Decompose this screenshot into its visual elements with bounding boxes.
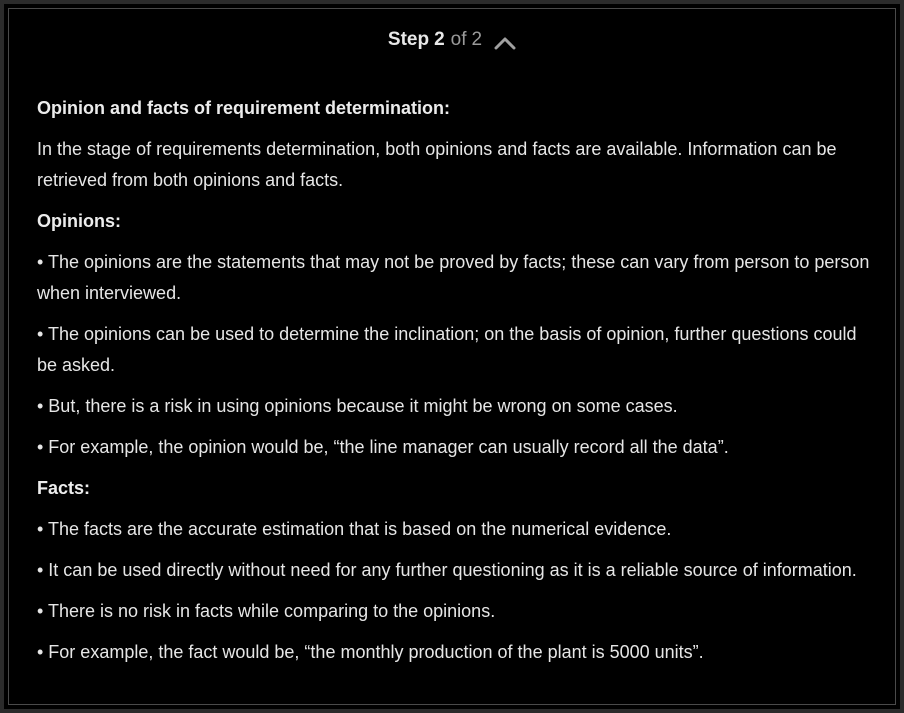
opinion-item: • The opinions are the statements that m… <box>37 252 870 303</box>
opinion-item: • The opinions can be used to determine … <box>37 324 857 375</box>
step-of-label: of <box>450 29 467 50</box>
step-total: 2 <box>471 29 483 50</box>
step-current: 2 <box>434 29 445 50</box>
fact-item: • For example, the fact would be, “the m… <box>37 642 704 662</box>
solution-panel: Step 2 of 2 Opinion and facts of require… <box>13 13 891 702</box>
opinions-heading: Opinions: <box>37 211 121 231</box>
step-navigator[interactable]: Step 2 of 2 <box>13 28 891 52</box>
opinion-item: • But, there is a risk in using opinions… <box>37 396 678 416</box>
intro-paragraph: In the stage of requirements determinati… <box>37 139 837 190</box>
fact-item: • The facts are the accurate estimation … <box>37 519 672 539</box>
solution-frame: Step 2 of 2 Opinion and facts of require… <box>0 0 904 713</box>
fact-item: • There is no risk in facts while compar… <box>37 601 496 621</box>
section-title: Opinion and facts of requirement determi… <box>37 98 451 118</box>
fact-item: • It can be used directly without need f… <box>37 560 857 580</box>
step-label: Step <box>387 29 430 50</box>
step-content: Opinion and facts of requirement determi… <box>37 93 875 678</box>
facts-heading: Facts: <box>37 478 91 498</box>
chevron-up-icon[interactable] <box>494 33 516 50</box>
opinion-item: • For example, the opinion would be, “th… <box>37 437 729 457</box>
